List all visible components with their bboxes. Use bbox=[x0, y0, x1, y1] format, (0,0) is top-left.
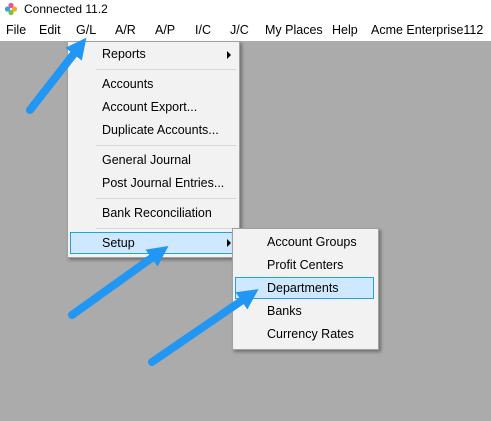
annotation-arrow-icon bbox=[148, 289, 259, 366]
annotation-arrow-icon bbox=[26, 37, 87, 114]
annotation-arrow-icon bbox=[68, 245, 169, 319]
annotation-arrows bbox=[26, 37, 259, 366]
